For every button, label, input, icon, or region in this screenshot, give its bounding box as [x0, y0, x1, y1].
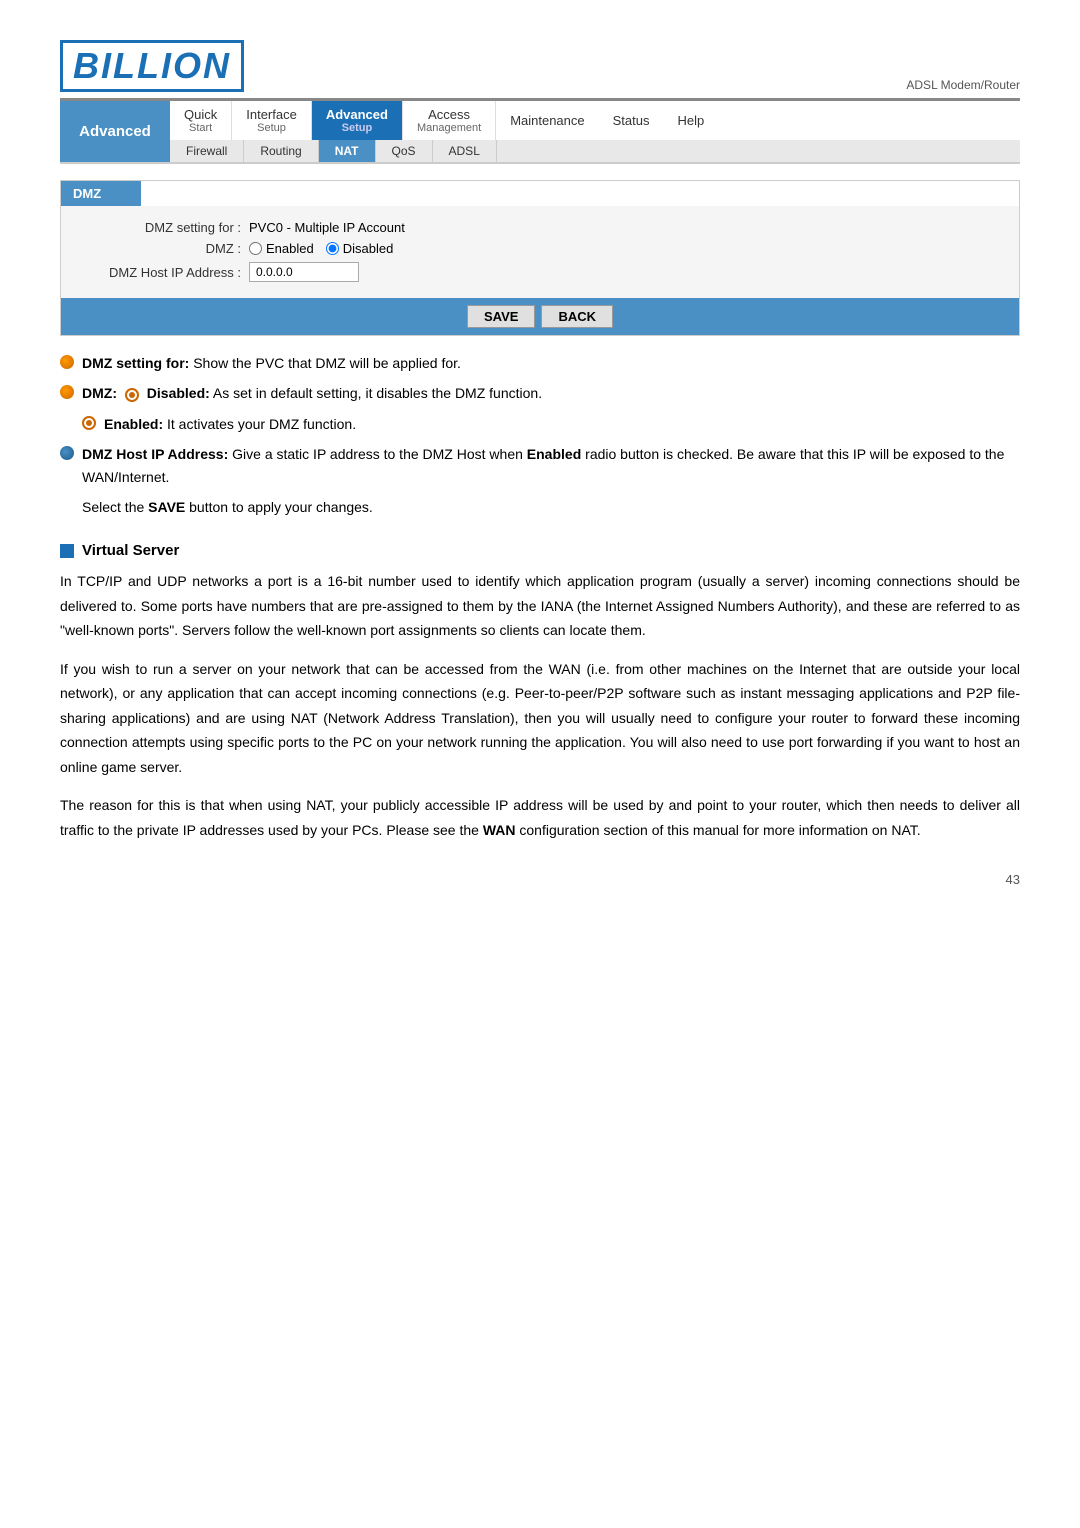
help-save-text: Select the SAVE button to apply your cha… [82, 496, 1020, 518]
help-dmz-disabled-text: DMZ: Disabled: As set in default setting… [82, 382, 542, 404]
dmz-disabled-radio[interactable] [326, 242, 339, 255]
nav-item-maintenance[interactable]: Maintenance [496, 107, 598, 134]
nav-item-status[interactable]: Status [599, 107, 664, 134]
nav-item-advanced-setup[interactable]: Advanced Setup [312, 101, 403, 140]
dmz-setting-label: DMZ setting for : [81, 220, 241, 235]
dmz-host-ip-row: DMZ Host IP Address : [81, 262, 999, 282]
virtual-server-para2: If you wish to run a server on your netw… [60, 657, 1020, 780]
sub-item-adsl[interactable]: ADSL [433, 140, 497, 162]
dmz-header: DMZ [61, 181, 1019, 206]
page-number: 43 [60, 872, 1020, 887]
nav-sub-row: Firewall Routing NAT QoS ADSL [170, 140, 1020, 162]
back-button[interactable]: BACK [541, 305, 613, 328]
dmz-enabled-label: Enabled [266, 241, 314, 256]
help-dmz-setting-desc: Show the PVC that DMZ will be applied fo… [193, 355, 461, 371]
dmz-body: DMZ setting for : PVC0 - Multiple IP Acc… [61, 206, 1019, 298]
dmz-enabled-option: Enabled [249, 241, 314, 256]
help-host-ip-text: DMZ Host IP Address: Give a static IP ad… [82, 443, 1020, 488]
sub-item-firewall[interactable]: Firewall [170, 140, 244, 162]
wan-bold: WAN [483, 822, 516, 838]
dmz-target-icon [125, 388, 139, 402]
help-enabled-bold: Enabled: [104, 416, 163, 432]
sub-item-routing[interactable]: Routing [244, 140, 318, 162]
virtual-server-title: Virtual Server [82, 542, 179, 559]
nav-item-access-management[interactable]: Access Management [403, 101, 496, 140]
help-dmz-setting-row: DMZ setting for: Show the PVC that DMZ w… [60, 352, 1020, 374]
help-save-bold: SAVE [148, 499, 185, 515]
help-enabled-desc: It activates your DMZ function. [167, 416, 356, 432]
help-dmz-setting-text: DMZ setting for: Show the PVC that DMZ w… [82, 352, 461, 374]
help-dmz-label: DMZ: [82, 385, 117, 401]
bullet-orange-2-icon [60, 385, 74, 399]
dmz-container: DMZ DMZ setting for : PVC0 - Multiple IP… [60, 180, 1020, 336]
nav-right-items: Maintenance Status Help [496, 101, 718, 140]
logo: BILLION [60, 40, 244, 92]
help-section: DMZ setting for: Show the PVC that DMZ w… [60, 352, 1020, 518]
virtual-server-header: Virtual Server [60, 542, 1020, 559]
help-disabled-desc: As set in default setting, it disables t… [213, 385, 542, 401]
bullet-blue-icon [60, 446, 74, 460]
dmz-footer: SAVE BACK [61, 298, 1019, 335]
sidebar-label: Advanced [60, 101, 170, 162]
adsl-label: ADSL Modem/Router [906, 78, 1020, 92]
dmz-target-2-icon [82, 416, 96, 430]
dmz-disabled-option: Disabled [326, 241, 394, 256]
help-host-ip-enabled: Enabled [527, 446, 581, 462]
nav-item-interface-setup[interactable]: Interface Setup [232, 101, 312, 140]
dmz-enabled-radio[interactable] [249, 242, 262, 255]
nav-item-help[interactable]: Help [664, 107, 719, 134]
blue-square-icon [60, 544, 74, 558]
dmz-radio-group: Enabled Disabled [249, 241, 393, 256]
help-dmz-enabled-row: Enabled: It activates your DMZ function. [82, 413, 1020, 435]
dmz-radio-row: DMZ : Enabled Disabled [81, 241, 999, 256]
dmz-radio-label: DMZ : [81, 241, 241, 256]
dmz-disabled-label: Disabled [343, 241, 394, 256]
help-host-ip-desc1: Give a static IP address to the DMZ Host… [232, 446, 527, 462]
dmz-setting-value: PVC0 - Multiple IP Account [249, 220, 405, 235]
help-dmz-disabled-row: DMZ: Disabled: As set in default setting… [60, 382, 1020, 404]
dmz-host-ip-input[interactable] [249, 262, 359, 282]
virtual-server-para1: In TCP/IP and UDP networks a port is a 1… [60, 569, 1020, 643]
dmz-setting-row: DMZ setting for : PVC0 - Multiple IP Acc… [81, 220, 999, 235]
help-enabled-text: Enabled: It activates your DMZ function. [104, 413, 356, 435]
save-button[interactable]: SAVE [467, 305, 535, 328]
nav-top-row: Quick Start Interface Setup Advanced Set… [170, 101, 1020, 140]
help-disabled-bold: Disabled: [147, 385, 210, 401]
sub-item-nat[interactable]: NAT [319, 140, 376, 162]
help-dmz-setting-label: DMZ setting for: [82, 355, 189, 371]
nav-item-quick-start[interactable]: Quick Start [170, 101, 232, 140]
virtual-server-para3: The reason for this is that when using N… [60, 793, 1020, 842]
help-host-ip-label: DMZ Host IP Address: [82, 446, 228, 462]
bullet-orange-icon [60, 355, 74, 369]
nav-items: Quick Start Interface Setup Advanced Set… [170, 101, 1020, 162]
nav-bar: Advanced Quick Start Interface Setup Adv… [60, 101, 1020, 164]
sub-item-qos[interactable]: QoS [376, 140, 433, 162]
logo-bar: BILLION ADSL Modem/Router [60, 40, 1020, 101]
dmz-host-ip-label: DMZ Host IP Address : [81, 265, 241, 280]
help-dmz-host-ip-row: DMZ Host IP Address: Give a static IP ad… [60, 443, 1020, 488]
